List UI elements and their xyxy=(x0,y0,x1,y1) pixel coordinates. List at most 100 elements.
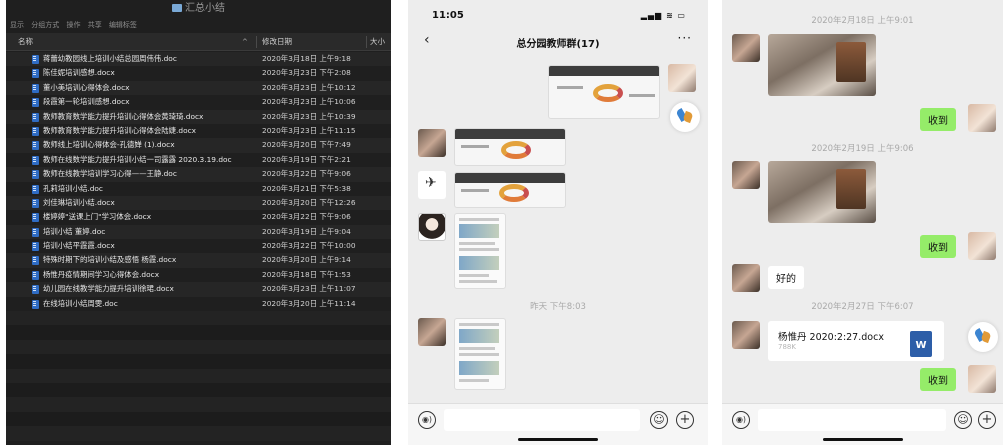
image-message[interactable] xyxy=(768,34,876,96)
doc-file-icon xyxy=(32,242,39,252)
file-row[interactable]: 陈佳妮培训感想.docx 2020年3月23日 下午2:08 xyxy=(6,66,391,81)
avatar[interactable] xyxy=(732,264,760,292)
file-date: 2020年3月18日 下午1:53 xyxy=(262,269,351,279)
column-divider[interactable] xyxy=(366,36,367,48)
message-input[interactable] xyxy=(758,409,946,431)
file-row[interactable]: 教师在线数学能力提升培训小结一司露露 2020.3.19.doc 2020年3月1… xyxy=(6,152,391,168)
status-bar: 11:05 ▂▄▆ ≋ ▭ xyxy=(408,0,708,22)
message-bubble[interactable]: 收到 xyxy=(920,108,956,131)
image-message[interactable] xyxy=(768,161,876,223)
time-separator: 2020年2月18日 上午9:01 xyxy=(811,16,914,26)
file-name: 培训小结平霞霞.docx xyxy=(43,241,115,251)
emoji-icon[interactable]: ☺ xyxy=(650,411,668,429)
chat-screen-group: 11:05 ▂▄▆ ≋ ▭ ‹ 总分园教师群(17) ··· 昨 xyxy=(408,0,708,445)
doc-file-icon xyxy=(32,83,39,93)
file-message[interactable]: 杨惟丹 2020:2:27.docx 788K W xyxy=(768,321,944,361)
toolbar-action[interactable]: 操作 xyxy=(66,21,80,29)
file-row[interactable]: 教师教育数学能力提升培训心得体会黄琦琦.docx 2020年3月23日 上午10:… xyxy=(6,109,391,124)
column-size[interactable]: 大小 xyxy=(370,33,385,51)
slide-header xyxy=(455,129,565,139)
image-message[interactable] xyxy=(454,172,566,208)
chat-screen-private: 2020年2月18日 上午9:01 收到 2020年2月19日 上午9:06 收… xyxy=(722,0,1003,445)
empty-row xyxy=(6,426,391,441)
file-row[interactable]: 刘佳琳培训小结.docx 2020年3月20日 下午12:26 xyxy=(6,195,391,211)
avatar[interactable] xyxy=(732,321,760,349)
file-list: 蒋蕾幼教园线上培训小结总园周伟伟.doc 2020年3月18日 上午9:18 陈佳妮… xyxy=(6,52,391,441)
column-divider[interactable] xyxy=(256,36,257,48)
file-size: 788K xyxy=(778,343,796,351)
file-row[interactable]: 楼婷婷"送课上门"学习体会.docx 2020年3月22日 下午9:06 xyxy=(6,210,391,225)
file-row[interactable]: 在线培训小结周雯.doc 2020年3月20日 上午11:14 xyxy=(6,296,391,312)
doc-file-icon xyxy=(32,184,39,194)
message-bubble[interactable]: 收到 xyxy=(920,235,956,258)
time-separator: 2020年2月19日 上午9:06 xyxy=(811,144,914,154)
message-bubble[interactable]: 收到 xyxy=(920,368,956,391)
file-row[interactable]: 教师教育数学能力提升培训心得体会陆婕.docx 2020年3月23日 上午11:1… xyxy=(6,123,391,139)
file-row[interactable]: 教师线上培训心得体会-孔德婵 (1).docx 2020年3月20日 下午7:49 xyxy=(6,138,391,153)
plus-icon[interactable]: + xyxy=(978,411,996,429)
file-row[interactable]: 幼儿园在线教学能力提升培训徐珺.docx 2020年3月23日 上午11:07 xyxy=(6,282,391,297)
column-date[interactable]: 修改日期 xyxy=(262,33,292,51)
file-name: 教师教育数学能力提升培训心得体会陆婕.docx xyxy=(43,125,197,135)
toolbar-view[interactable]: 显示 xyxy=(10,21,24,29)
file-name: 教师在线教学培训学习心得——王静.doc xyxy=(43,169,177,179)
file-name: 教师教育数学能力提升培训心得体会黄琦琦.docx xyxy=(43,111,204,121)
message-bubble[interactable]: 好的 xyxy=(768,266,804,289)
toolbar-share[interactable]: 共享 xyxy=(88,21,102,29)
image-message[interactable] xyxy=(454,213,506,289)
image-message[interactable] xyxy=(548,65,660,119)
file-row[interactable]: 董小美培训心得体会.docx 2020年3月23日 上午10:12 xyxy=(6,80,391,96)
avatar[interactable] xyxy=(418,213,446,241)
voice-icon[interactable]: ◉) xyxy=(732,411,750,429)
file-row[interactable]: 孔莉培训小结.doc 2020年3月21日 下午5:38 xyxy=(6,181,391,196)
file-date: 2020年3月23日 上午10:06 xyxy=(262,97,356,107)
avatar[interactable] xyxy=(418,129,446,157)
file-row[interactable]: 杨惟丹疫情期间学习心得体会.docx 2020年3月18日 下午1:53 xyxy=(6,267,391,283)
slide-text-line xyxy=(461,189,489,192)
avatar[interactable] xyxy=(968,232,996,260)
file-name: 特殊时期下的培训小结及感悟 杨霞.docx xyxy=(43,255,177,265)
more-icon[interactable]: ··· xyxy=(678,31,692,45)
file-name: 培训小结 董婷.doc xyxy=(43,226,106,236)
avatar[interactable] xyxy=(418,171,446,199)
column-name[interactable]: 名称 xyxy=(18,33,33,51)
floating-app-icon[interactable] xyxy=(670,102,700,132)
voice-icon[interactable]: ◉) xyxy=(418,411,436,429)
word-doc-icon: W xyxy=(910,331,932,357)
file-row[interactable]: 特殊时期下的培训小结及感悟 杨霞.docx 2020年3月20日 上午9:14 xyxy=(6,253,391,268)
chat-title: 总分园教师群(17) xyxy=(516,39,600,50)
slide-header xyxy=(549,66,659,76)
plus-icon[interactable]: + xyxy=(676,411,694,429)
doc-file-icon xyxy=(32,69,39,79)
avatar[interactable] xyxy=(732,161,760,189)
doc-line xyxy=(459,353,499,356)
avatar[interactable] xyxy=(732,34,760,62)
avatar[interactable] xyxy=(968,365,996,393)
file-row[interactable]: 教师在线教学培训学习心得——王静.doc 2020年3月22日 下午9:06 xyxy=(6,167,391,182)
toolbar-tags[interactable]: 编辑标签 xyxy=(109,21,137,29)
file-date: 2020年3月23日 上午10:12 xyxy=(262,82,356,92)
doc-picture xyxy=(459,361,499,375)
file-name: 教师在线数学能力提升培训小结一司露露 2020.3.19.doc xyxy=(43,154,232,164)
file-row[interactable]: 培训小结 董婷.doc 2020年3月19日 上午9:04 xyxy=(6,224,391,240)
toolbar-group[interactable]: 分组方式 xyxy=(31,21,59,29)
doc-file-icon xyxy=(32,170,39,180)
doc-file-icon xyxy=(32,227,39,237)
image-message[interactable] xyxy=(454,128,566,166)
floating-app-icon[interactable] xyxy=(968,322,998,352)
empty-row xyxy=(6,397,391,412)
message-input[interactable] xyxy=(444,409,640,431)
chat-navbar: ‹ 总分园教师群(17) ··· xyxy=(408,28,708,54)
file-date: 2020年3月23日 下午2:08 xyxy=(262,68,351,78)
emoji-icon[interactable]: ☺ xyxy=(954,411,972,429)
file-row[interactable]: 培训小结平霞霞.docx 2020年3月22日 下午10:00 xyxy=(6,239,391,254)
slide-header xyxy=(455,173,565,183)
avatar[interactable] xyxy=(418,318,446,346)
file-name: 孔莉培训小结.doc xyxy=(43,183,103,193)
image-message[interactable] xyxy=(454,318,506,390)
avatar[interactable] xyxy=(968,104,996,132)
avatar[interactable] xyxy=(668,64,696,92)
file-name: 教师线上培训心得体会-孔德婵 (1).docx xyxy=(43,140,175,150)
file-row[interactable]: 段霞第一轮培训感想.docx 2020年3月23日 上午10:06 xyxy=(6,95,391,110)
file-row[interactable]: 蒋蕾幼教园线上培训小结总园周伟伟.doc 2020年3月18日 上午9:18 xyxy=(6,52,391,67)
